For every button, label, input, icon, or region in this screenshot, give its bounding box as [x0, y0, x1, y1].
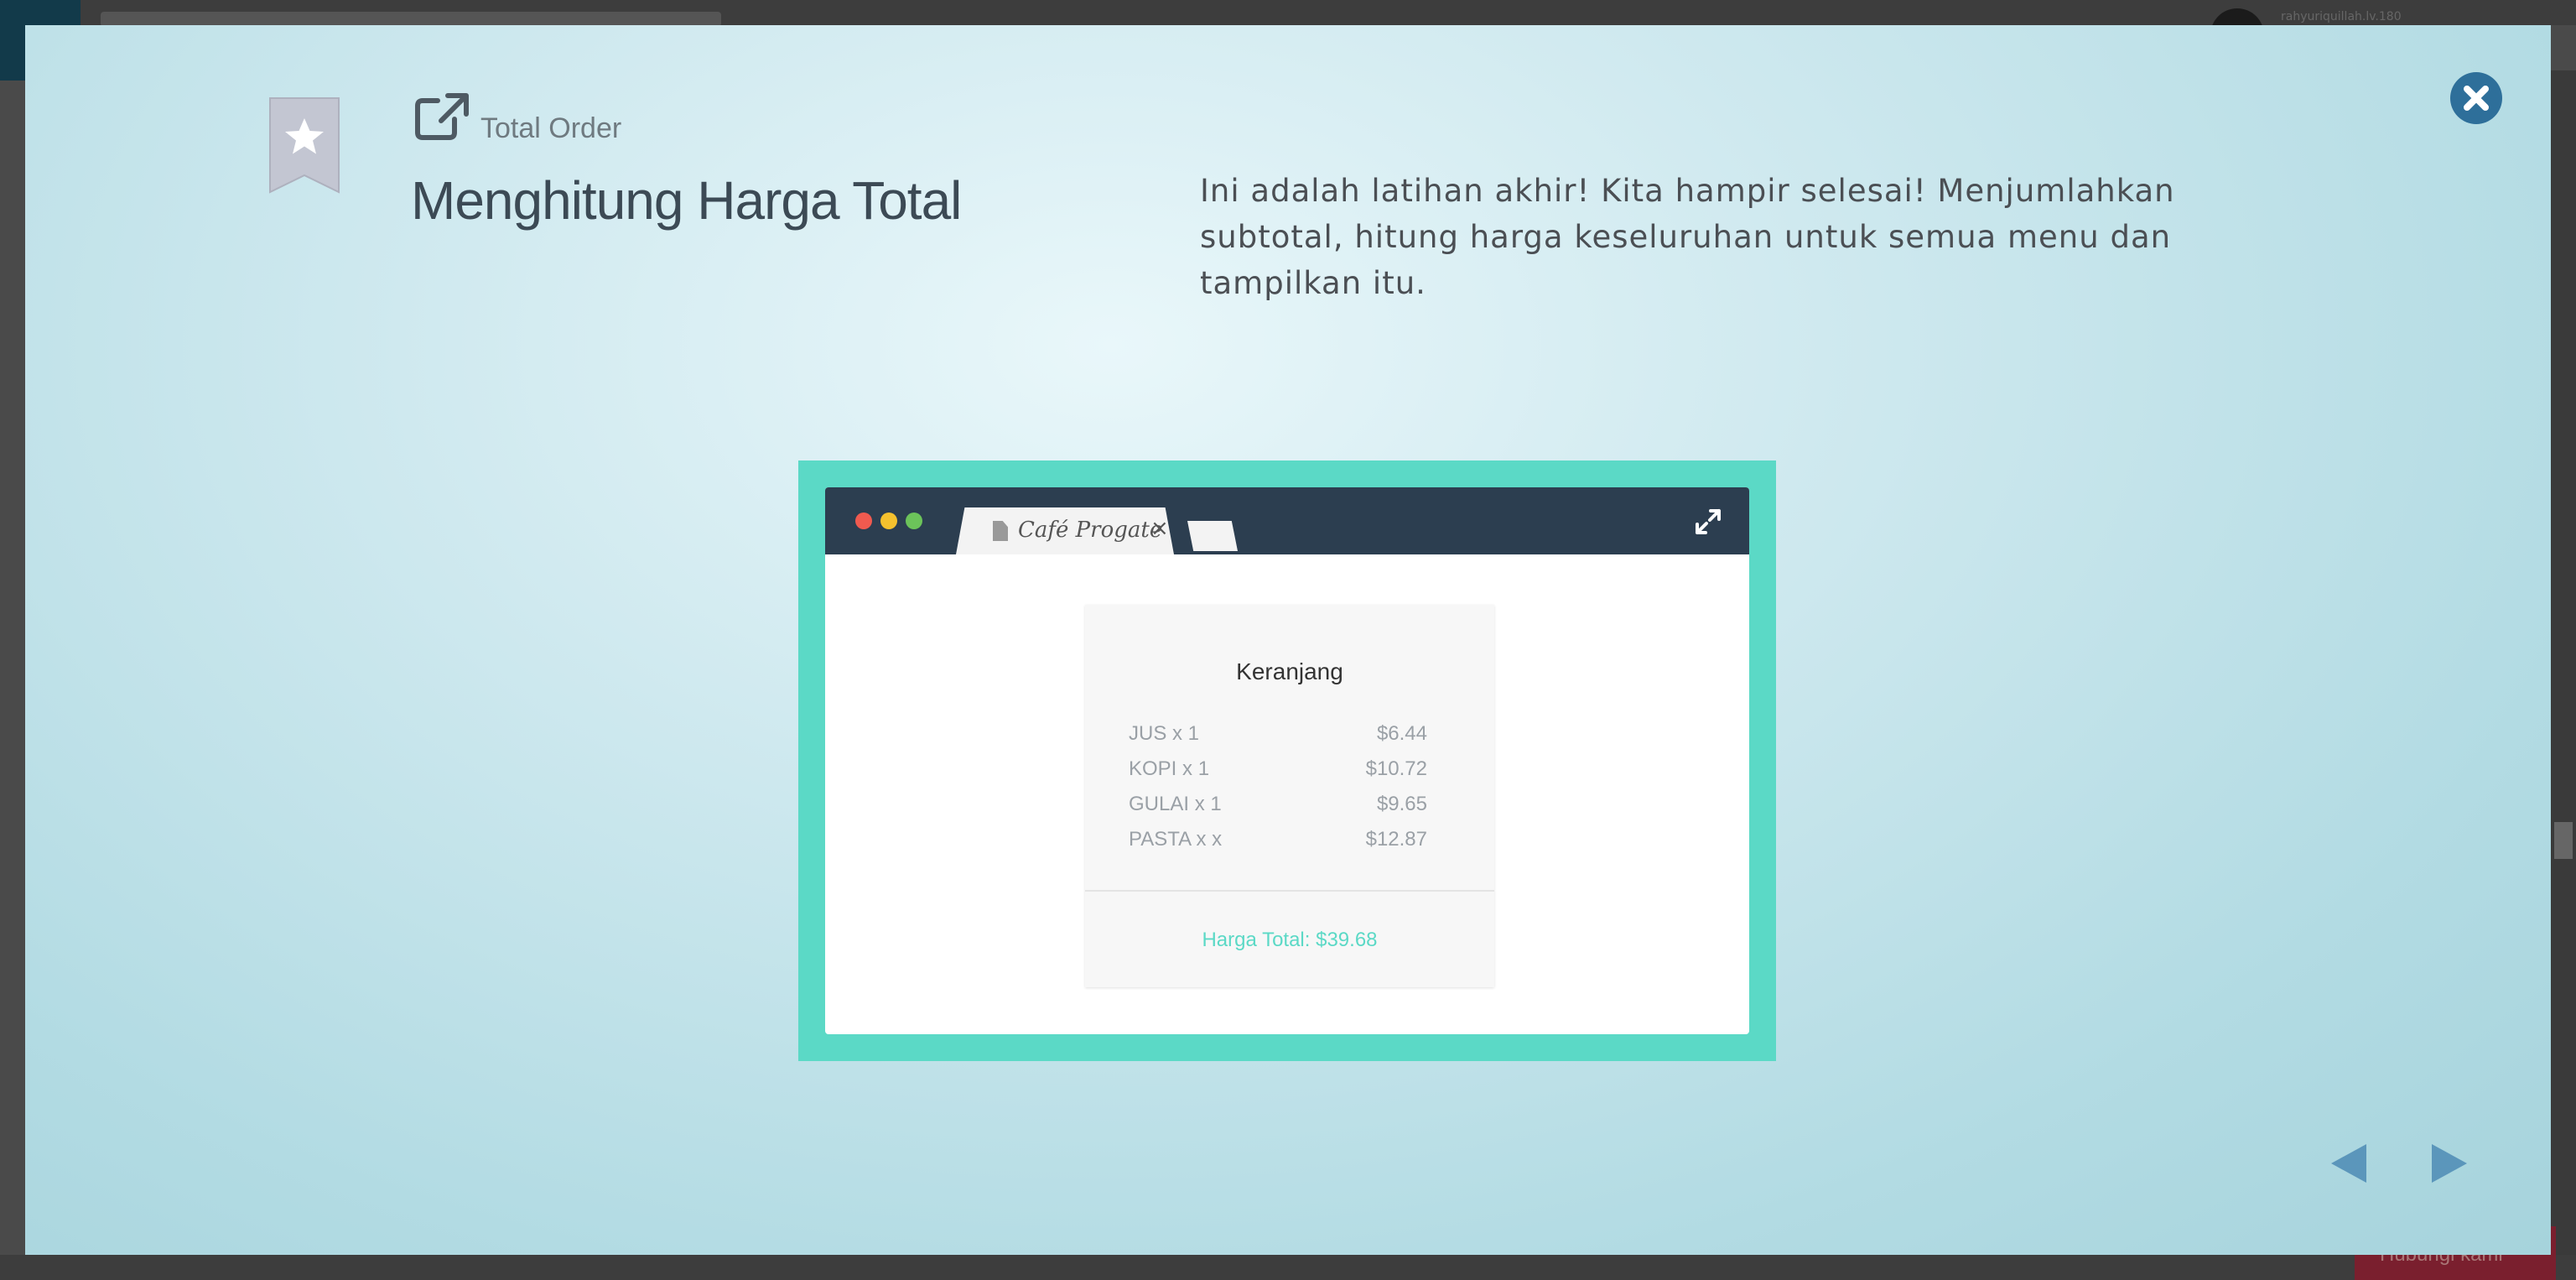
cart-item-price: $6.44 — [1376, 722, 1427, 745]
cart-item-name: PASTA x x — [1129, 828, 1223, 851]
cart-title: Keranjang — [1236, 658, 1343, 684]
cart-item-name: JUS x 1 — [1129, 722, 1200, 745]
cart-total: Harga Total: $39.68 — [1202, 929, 1378, 951]
expand-icon — [1696, 509, 1721, 534]
mock-tab-title: Café Progate — [1018, 518, 1163, 543]
bookmark-star-icon[interactable] — [268, 96, 340, 195]
background-scrollbar — [2549, 70, 2576, 1255]
arrow-left-icon[interactable] — [2328, 1141, 2368, 1186]
window-close-dot — [855, 513, 872, 529]
cart-row: GULAI x 1 $9.65 — [1129, 793, 1427, 826]
window-maximize-dot — [906, 513, 922, 529]
slide-description: Ini adalah latihan akhir! Kita hampir se… — [1200, 173, 2175, 301]
mock-browser-bar: Café Progate × — [825, 487, 1749, 554]
external-link-icon — [415, 93, 469, 140]
cart-row: JUS x 1 $6.44 — [1129, 722, 1427, 756]
mock-tab-close-icon: × — [1150, 516, 1169, 541]
close-icon — [2464, 86, 2489, 111]
background-scroll-thumb — [2554, 822, 2573, 859]
cart-row: KOPI x 1 $10.72 — [1129, 757, 1427, 791]
cart-divider — [1085, 890, 1494, 892]
cart-item-price: $12.87 — [1365, 828, 1427, 851]
close-button[interactable] — [2450, 72, 2502, 124]
cart-card: Keranjang JUS x 1 $6.44 KOPI x 1 $10.72 … — [1085, 605, 1494, 987]
cart-item-price: $10.72 — [1365, 757, 1427, 780]
slide-subtitle: Total Order — [480, 112, 622, 144]
mock-new-tab — [1187, 521, 1238, 551]
cart-item-price: $9.65 — [1376, 793, 1427, 815]
mock-browser-window: Café Progate × Keranjang JUS x 1 $6.44 K… — [825, 487, 1749, 1034]
arrow-right-icon[interactable] — [2430, 1141, 2470, 1186]
illustration-frame: Café Progate × Keranjang JUS x 1 $6.44 K… — [798, 460, 1776, 1061]
background-username: rahyuriquillah.lv.180 — [2281, 10, 2402, 23]
window-minimize-dot — [880, 513, 897, 529]
cart-row: PASTA x x $12.87 — [1129, 828, 1427, 861]
background-bottom-bar — [0, 1255, 2576, 1280]
slide-title: Menghitung Harga Total — [411, 170, 962, 231]
cart-item-name: GULAI x 1 — [1129, 793, 1222, 815]
slide-modal: Total Order Menghitung Harga Total Ini a… — [25, 25, 2551, 1255]
cart-item-name: KOPI x 1 — [1129, 757, 1210, 780]
